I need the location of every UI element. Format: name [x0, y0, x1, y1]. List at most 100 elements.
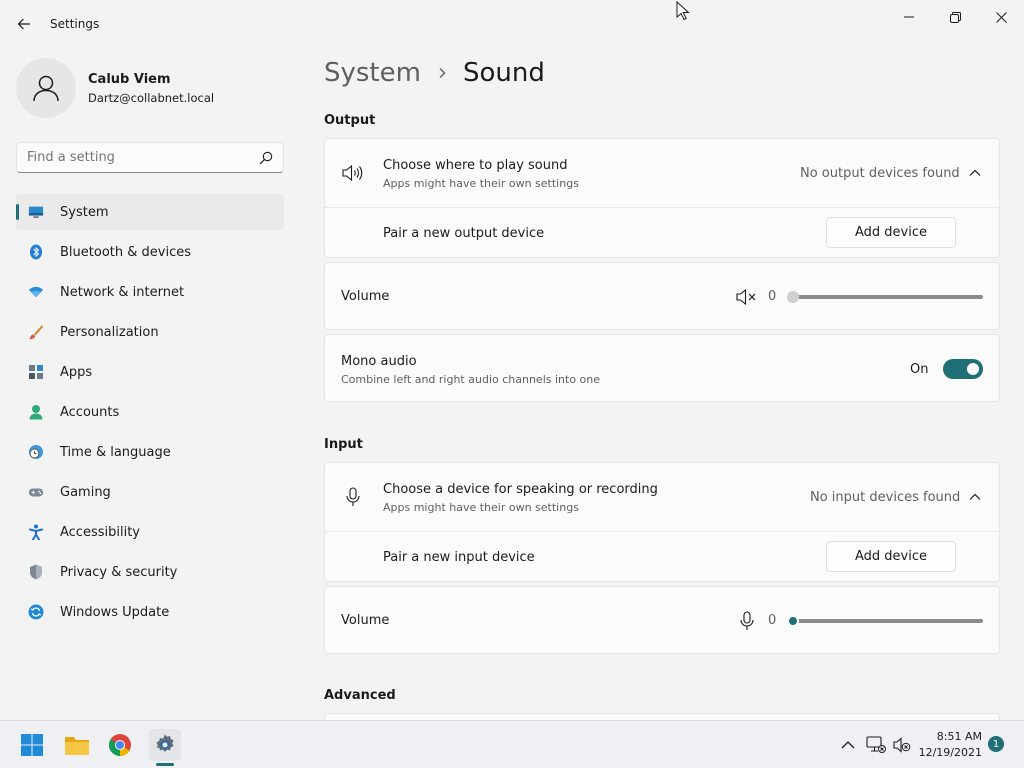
output-choose-subtitle: Apps might have their own settings — [383, 177, 579, 190]
windows-logo-icon — [21, 734, 43, 756]
sidebar-item-label: Personalization — [60, 324, 159, 340]
restore-icon — [949, 11, 961, 23]
profile-name: Calub Viem — [88, 71, 171, 87]
sidebar-item-label: Privacy & security — [60, 564, 178, 580]
speaker-muted-icon[interactable] — [736, 288, 758, 306]
output-heading: Output — [324, 113, 376, 128]
pair-output-label: Pair a new output device — [383, 226, 545, 241]
update-icon — [28, 604, 44, 620]
sidebar-item-gaming[interactable]: Gaming — [16, 474, 284, 510]
sidebar-item-label: Accounts — [60, 404, 120, 420]
sidebar-item-label: Network & internet — [60, 284, 185, 300]
advanced-heading: Advanced — [324, 688, 396, 703]
active-app-indicator — [156, 763, 174, 766]
chrome-button[interactable] — [104, 729, 136, 761]
add-output-device-button[interactable]: Add device — [826, 217, 956, 248]
chrome-icon — [109, 734, 131, 756]
restore-button[interactable] — [932, 2, 978, 32]
chevron-right-icon — [437, 67, 447, 79]
sidebar-item-apps[interactable]: Apps — [16, 354, 284, 390]
sidebar-item-time-language[interactable]: Time & language — [16, 434, 284, 470]
breadcrumb-parent[interactable]: System — [324, 58, 421, 88]
input-volume-card: Volume 0 — [324, 586, 1000, 654]
sidebar-item-privacy[interactable]: Privacy & security — [16, 554, 284, 590]
mouse-cursor-icon — [676, 1, 690, 21]
close-button[interactable] — [978, 2, 1024, 32]
clock-date: 12/19/2021 — [918, 746, 982, 759]
settings-button[interactable] — [149, 729, 181, 761]
search-box[interactable] — [16, 142, 284, 173]
output-volume-thumb[interactable] — [787, 291, 799, 303]
volume-tray-button[interactable] — [892, 735, 912, 755]
minimize-button[interactable] — [886, 2, 932, 32]
output-choose-title: Choose where to play sound — [383, 158, 568, 173]
output-volume-slider[interactable] — [793, 295, 983, 299]
pair-input-label: Pair a new input device — [383, 550, 535, 565]
chevron-up-icon — [841, 741, 855, 749]
search-icon[interactable] — [259, 151, 273, 165]
start-button[interactable] — [16, 729, 48, 761]
input-volume-label: Volume — [341, 613, 390, 628]
input-volume-slider[interactable] — [793, 619, 983, 623]
bluetooth-icon — [28, 244, 44, 260]
sidebar-item-windows-update[interactable]: Windows Update — [16, 594, 284, 630]
user-profile[interactable]: Calub Viem Dartz@collabnet.local — [16, 58, 214, 118]
speaker-icon — [342, 164, 363, 182]
mono-audio-state: On — [910, 362, 929, 377]
network-tray-button[interactable] — [866, 735, 886, 755]
show-hidden-icons-button[interactable] — [838, 735, 858, 755]
mono-audio-toggle[interactable] — [943, 359, 983, 379]
sidebar-item-personalization[interactable]: Personalization — [16, 314, 284, 350]
page-title: Sound — [462, 58, 545, 88]
sidebar-item-accessibility[interactable]: Accessibility — [16, 514, 284, 550]
sidebar-item-label: Windows Update — [60, 604, 170, 620]
sidebar-item-accounts[interactable]: Accounts — [16, 394, 284, 430]
avatar — [16, 58, 76, 118]
chevron-up-icon[interactable] — [967, 489, 983, 505]
person-icon — [28, 404, 44, 420]
input-device-expander[interactable]: Choose a device for speaking or recordin… — [325, 463, 999, 531]
input-choose-title: Choose a device for speaking or recordin… — [383, 482, 658, 497]
sidebar-item-system[interactable]: System — [16, 194, 284, 230]
sidebar-item-network[interactable]: Network & internet — [16, 274, 284, 310]
mono-audio-card: Mono audio Combine left and right audio … — [324, 334, 1000, 402]
minimize-icon — [904, 16, 914, 18]
input-status: No input devices found — [810, 490, 961, 505]
sidebar-item-label: Gaming — [60, 484, 111, 500]
input-volume-thumb[interactable] — [787, 615, 799, 627]
accessibility-icon — [28, 524, 44, 540]
chevron-up-icon[interactable] — [967, 165, 983, 181]
back-button[interactable] — [10, 10, 38, 38]
search-input[interactable] — [27, 150, 247, 165]
sidebar-item-label: Apps — [60, 364, 93, 380]
input-device-card: Choose a device for speaking or recordin… — [324, 462, 1000, 582]
output-volume-label: Volume — [341, 289, 390, 304]
output-volume-value: 0 — [768, 289, 777, 304]
gear-icon — [156, 734, 174, 752]
wifi-icon — [28, 284, 44, 300]
sidebar-item-bluetooth[interactable]: Bluetooth & devices — [16, 234, 284, 270]
microphone-icon[interactable] — [739, 611, 755, 631]
taskbar: 8:51 AM 12/19/2021 1 — [0, 720, 1024, 768]
brush-icon — [28, 324, 44, 340]
taskbar-clock[interactable]: 8:51 AM 12/19/2021 — [918, 729, 982, 761]
sidebar-item-label: Bluetooth & devices — [60, 244, 191, 260]
profile-email: Dartz@collabnet.local — [88, 90, 215, 105]
sidebar-nav: System Bluetooth & devices Network & int… — [16, 194, 284, 634]
notification-badge[interactable]: 1 — [988, 736, 1004, 752]
file-explorer-button[interactable] — [61, 729, 93, 761]
clock-globe-icon — [28, 444, 44, 460]
speaker-muted-icon — [893, 737, 911, 753]
toggle-knob — [967, 363, 979, 375]
divider — [325, 531, 999, 532]
shield-icon — [28, 564, 44, 580]
input-heading: Input — [324, 437, 363, 452]
add-input-device-button[interactable]: Add device — [826, 541, 956, 572]
output-device-expander[interactable]: Choose where to play sound Apps might ha… — [325, 139, 999, 207]
sidebar-item-label: Accessibility — [60, 524, 140, 540]
gamepad-icon — [28, 484, 44, 500]
divider — [325, 207, 999, 208]
microphone-icon — [346, 487, 360, 506]
output-device-card: Choose where to play sound Apps might ha… — [324, 138, 1000, 258]
output-status: No output devices found — [800, 166, 960, 181]
